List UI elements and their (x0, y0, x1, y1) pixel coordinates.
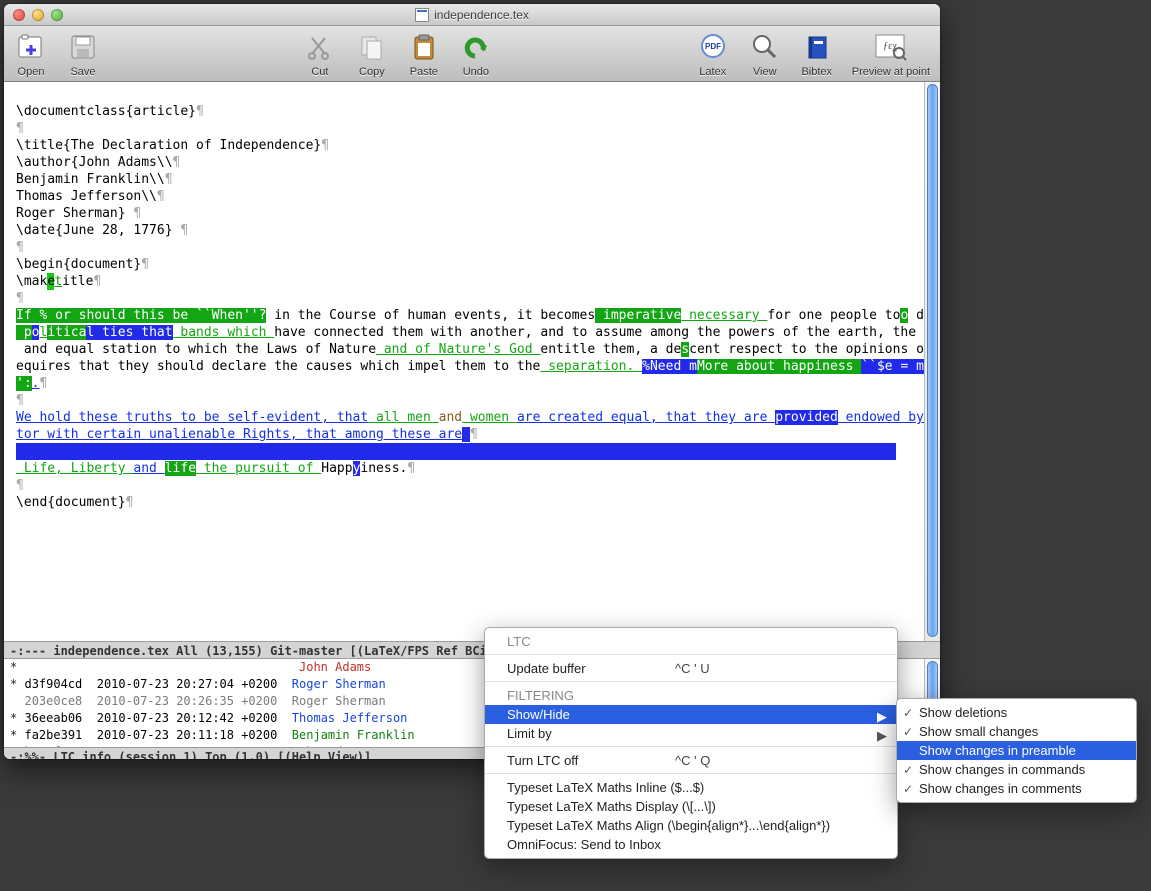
view-button[interactable]: View (748, 30, 782, 78)
check-icon: ✓ (903, 706, 913, 720)
check-icon: ✓ (903, 725, 913, 739)
open-button[interactable]: Open (14, 30, 48, 78)
context-submenu-showhide[interactable]: ✓Show deletions ✓Show small changes Show… (896, 698, 1137, 803)
menu-typeset-align[interactable]: Typeset LaTeX Maths Align (\begin{align*… (485, 816, 897, 835)
window-title-text: independence.tex (434, 8, 529, 22)
document-proxy-icon[interactable] (415, 8, 429, 22)
menu-header: LTC (485, 632, 897, 655)
magnifier-icon (748, 30, 782, 64)
submenu-show-changes-commands[interactable]: ✓Show changes in commands (897, 760, 1136, 779)
menu-turn-ltc-off[interactable]: Turn LTC off^C ' Q (485, 751, 897, 774)
copy-button[interactable]: Copy (355, 30, 389, 78)
save-icon (66, 30, 100, 64)
window-title: independence.tex (4, 8, 940, 22)
open-icon (14, 30, 48, 64)
menu-typeset-inline[interactable]: Typeset LaTeX Maths Inline ($...$) (485, 778, 897, 797)
bibtex-button[interactable]: Bibtex (800, 30, 834, 78)
latex-button[interactable]: PDFLatex (696, 30, 730, 78)
editor-scrollbar[interactable] (924, 82, 940, 641)
svg-text:PDF: PDF (705, 42, 721, 51)
editor-content[interactable]: \documentclass{article}¶ ¶ \title{The De… (16, 86, 922, 511)
undo-icon (459, 30, 493, 64)
submenu-show-changes-comments[interactable]: ✓Show changes in comments (897, 779, 1136, 798)
submenu-arrow-icon: ▶ (877, 709, 887, 725)
menu-update-buffer[interactable]: Update buffer^C ' U (485, 659, 897, 682)
context-menu-ltc[interactable]: LTC Update buffer^C ' U FILTERING Show/H… (484, 627, 898, 859)
check-icon: ✓ (903, 763, 913, 777)
cut-button[interactable]: Cut (303, 30, 337, 78)
check-icon: ✓ (903, 782, 913, 796)
preview-button[interactable]: ƒεχPreview at point (852, 30, 930, 78)
submenu-show-small-changes[interactable]: ✓Show small changes (897, 722, 1136, 741)
toolbar: Open Save Cut Copy Paste Undo PDFLatex V… (4, 26, 940, 82)
paste-button[interactable]: Paste (407, 30, 441, 78)
book-icon (800, 30, 834, 64)
scrollbar-thumb[interactable] (927, 84, 938, 637)
tex-preview-icon: ƒεχ (874, 30, 908, 64)
pdf-icon: PDF (696, 30, 730, 64)
clipboard-icon (407, 30, 441, 64)
copy-icon (355, 30, 389, 64)
save-button[interactable]: Save (66, 30, 100, 78)
menu-typeset-display[interactable]: Typeset LaTeX Maths Display (\[...\]) (485, 797, 897, 816)
submenu-show-changes-preamble[interactable]: Show changes in preamble (897, 741, 1136, 760)
text-editor[interactable]: \documentclass{article}¶ ¶ \title{The De… (4, 82, 940, 641)
submenu-show-deletions[interactable]: ✓Show deletions (897, 703, 1136, 722)
submenu-arrow-icon: ▶ (877, 728, 887, 744)
menu-show-hide[interactable]: Show/Hide▶ (485, 705, 897, 724)
scissors-icon (303, 30, 337, 64)
menu-limit-by[interactable]: Limit by▶ (485, 724, 897, 747)
titlebar[interactable]: independence.tex (4, 4, 940, 26)
menu-omnifocus[interactable]: OmniFocus: Send to Inbox (485, 835, 897, 854)
undo-button[interactable]: Undo (459, 30, 493, 78)
menu-filtering-header: FILTERING (485, 686, 897, 705)
